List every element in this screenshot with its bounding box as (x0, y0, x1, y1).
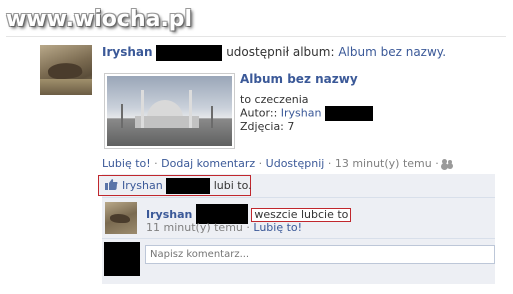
poster-avatar[interactable] (40, 45, 92, 95)
liker-name-link[interactable]: Iryshan (122, 179, 163, 192)
like-link[interactable]: Lubię to! (102, 157, 151, 170)
friends-privacy-icon[interactable] (442, 159, 454, 169)
comment-timestamp[interactable]: 11 minut(y) temu (146, 221, 243, 234)
commenter-name-link[interactable]: Iryshan (146, 208, 192, 221)
comment-input[interactable] (145, 245, 495, 264)
author-name-link[interactable]: Iryshan (102, 45, 153, 59)
divider (6, 36, 506, 37)
likes-summary: Iryshan lubi to. (98, 175, 252, 196)
album-photos-line: Zdjęcia: 7 (240, 120, 294, 133)
separator: · (255, 157, 266, 170)
album-author-label: Autor:: (240, 106, 281, 120)
divider (102, 238, 495, 239)
redacted-surname (324, 106, 373, 121)
likes-suffix: lubi to. (213, 179, 252, 192)
album-photos-label: Zdjęcia: (240, 120, 288, 133)
post-timestamp[interactable]: 13 minut(y) temu (335, 157, 432, 170)
comment-like-link[interactable]: Lubię to! (253, 221, 302, 234)
post-action-text: udostępnił album: (226, 45, 335, 59)
album-author-link[interactable]: Iryshan (281, 107, 322, 120)
post-actions: Lubię to! · Dodaj komentarz · Udostępnij… (102, 157, 454, 170)
album-photos-count: 7 (287, 120, 295, 133)
watermark-logo: www.wiocha.pl (6, 7, 193, 32)
album-photo (107, 76, 232, 146)
separator: · (242, 221, 254, 234)
separator: · (324, 157, 335, 170)
viewer-avatar (104, 242, 140, 276)
redacted-surname (156, 44, 223, 61)
divider (102, 197, 495, 198)
comment-text: weszcie lubcie to (251, 208, 352, 222)
thumbs-up-icon (105, 179, 118, 190)
add-comment-link[interactable]: Dodaj komentarz (161, 157, 255, 170)
album-thumbnail[interactable] (104, 73, 235, 149)
share-link[interactable]: Udostępnij (266, 157, 325, 170)
redacted-surname (166, 178, 211, 194)
post-header: Iryshan udostępnił album: Album bez nazw… (102, 44, 446, 61)
album-title-link[interactable]: Album bez nazwy (240, 72, 358, 86)
album-author-line: Autor:: Iryshan (240, 106, 373, 121)
comment-meta: 11 minut(y) temu · Lubię to! (146, 221, 302, 234)
separator: · (431, 157, 443, 170)
separator: · (150, 157, 162, 170)
album-created: to czeczenia (240, 93, 309, 106)
album-link[interactable]: Album bez nazwy. (338, 45, 446, 59)
commenter-avatar[interactable] (105, 202, 137, 234)
